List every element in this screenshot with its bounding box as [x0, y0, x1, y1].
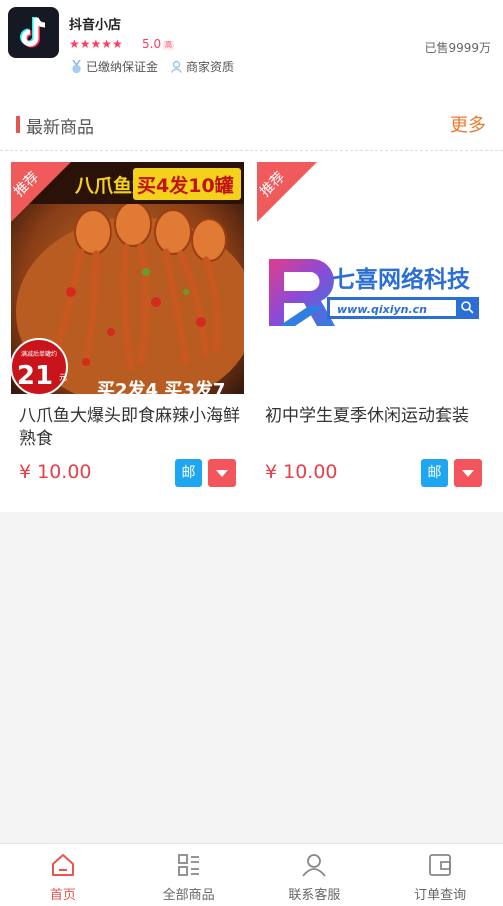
shop-name: 抖音小店: [69, 18, 122, 33]
rating-tag: 高: [163, 41, 174, 50]
qualification-badge[interactable]: 商家资质: [170, 58, 234, 75]
latest-products-section: 最新商品 更多 八爪鱼大爆头 买4发10罐 满减后单罐约 21 元 买2发4 买…: [0, 94, 503, 512]
wallet-icon: [429, 854, 452, 876]
user-icon: [302, 854, 327, 877]
deposit-badge: 已缴纳保证金: [70, 58, 158, 75]
brand-url: www.qixiyn.cn: [337, 303, 427, 316]
shop-badges: 已缴纳保证金 商家资质: [70, 58, 234, 75]
qualification-label: 商家资质: [186, 60, 235, 74]
banner-right-text: 买4发10罐: [137, 174, 234, 197]
product-price: ¥ 10.00: [265, 461, 338, 483]
more-link[interactable]: 更多: [450, 111, 486, 137]
chevron-down-icon: [216, 470, 228, 477]
product-card[interactable]: 七喜网络科技 www.qixiyn.cn 推荐 初中学生夏季休闲运动套装 ¥ 1…: [257, 162, 490, 492]
chevron-down-icon: [462, 470, 474, 477]
promo-small-text: 满减后单罐约: [21, 350, 57, 358]
deposit-label: 已缴纳保证金: [86, 60, 159, 74]
section-accent-bar: [16, 116, 20, 133]
promo-unit: 元: [59, 373, 67, 382]
sold-count: 已售9999万: [424, 41, 491, 55]
tab-order-query[interactable]: 订单查询: [377, 844, 503, 906]
tab-all-products-label: 全部商品: [162, 888, 215, 903]
rating-value: 5.0: [142, 37, 162, 51]
dropdown-button[interactable]: [208, 459, 236, 487]
free-shipping-badge[interactable]: 邮: [421, 459, 448, 487]
rating-stars: ★★★★★: [69, 37, 123, 51]
product-title[interactable]: 八爪鱼大爆头即食麻辣小海鲜熟食: [19, 405, 241, 451]
shop-header: 抖音小店 ★★★★★ 5.0 高 已售9999万 已缴纳保证金 商家资质: [0, 0, 503, 94]
section-header: 最新商品 更多: [0, 94, 503, 151]
tab-order-query-label: 订单查询: [414, 888, 467, 903]
tab-home[interactable]: 首页: [0, 844, 126, 906]
home-icon: [51, 854, 74, 876]
medal-icon: [72, 59, 81, 73]
bottom-tab-bar: 首页 全部商品 联系客服 订单查询: [0, 843, 503, 906]
brand-name: 七喜网络科技: [332, 266, 471, 293]
product-price: ¥ 10.00: [19, 461, 92, 483]
product-title[interactable]: 初中学生夏季休闲运动套装: [265, 405, 487, 428]
person-icon: [170, 60, 183, 73]
tab-all-products[interactable]: 全部商品: [126, 844, 252, 906]
product-image[interactable]: 七喜网络科技 www.qixiyn.cn 推荐: [257, 162, 490, 394]
promo-price: 21: [17, 361, 53, 391]
dropdown-button[interactable]: [454, 459, 482, 487]
list-icon: [177, 854, 199, 876]
tab-home-label: 首页: [49, 888, 76, 903]
bottom-promo-text: 买2发4 买3发7: [97, 379, 225, 394]
tab-customer-service[interactable]: 联系客服: [252, 844, 378, 906]
tab-customer-service-label: 联系客服: [288, 888, 341, 903]
free-shipping-badge[interactable]: 邮: [175, 459, 202, 487]
product-card[interactable]: 八爪鱼大爆头 买4发10罐 满减后单罐约 21 元 买2发4 买3发7 推荐 八…: [11, 162, 244, 492]
tiktok-logo-icon: [8, 7, 59, 58]
section-title: 最新商品: [26, 118, 94, 138]
product-image[interactable]: 八爪鱼大爆头 买4发10罐 满减后单罐约 21 元 买2发4 买3发7 推荐: [11, 162, 244, 394]
